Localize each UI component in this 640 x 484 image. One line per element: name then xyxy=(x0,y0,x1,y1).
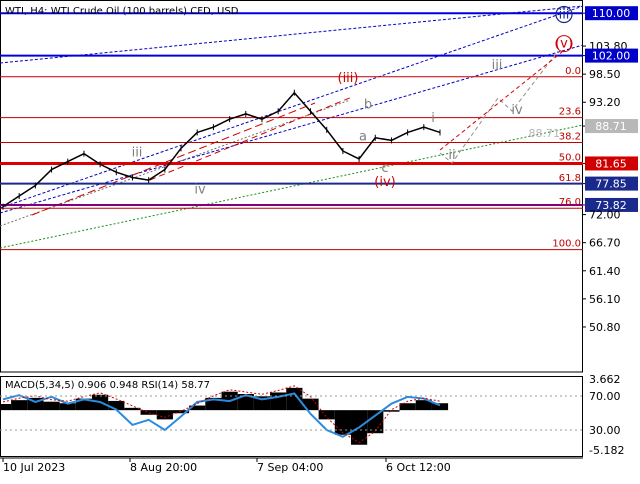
wave-label: (v) xyxy=(555,37,573,52)
wave-label: b xyxy=(364,98,372,113)
indicator-title: MACD(5,34,5) 0.906 0.948 RSI(14) 58.77 xyxy=(5,380,210,391)
wave-label: iii xyxy=(559,8,570,23)
fibonacci-level-label: 61.8 xyxy=(559,173,581,184)
price-axis-label: 93.20 xyxy=(589,96,621,109)
wave-label: iv xyxy=(511,103,523,118)
price-tag-label: 77.85 xyxy=(595,178,627,191)
macd-histogram-bar xyxy=(318,410,335,420)
wave-label: (iv) xyxy=(374,175,395,190)
price-axis-label: 61.40 xyxy=(589,265,621,278)
time-axis-label: 8 Aug 20:00 xyxy=(130,461,197,474)
wave-label: c xyxy=(381,161,388,176)
wave-label: a xyxy=(359,129,367,144)
wave-label: iii xyxy=(492,58,503,73)
price-tag-label: 102.00 xyxy=(592,50,631,63)
price-tag-label: 110.00 xyxy=(592,7,631,20)
indicator-scale-label: 3.662 xyxy=(589,373,621,386)
chart-title: WTI, H4: WTI Crude Oil (100 barrels) CFD… xyxy=(5,6,239,17)
time-axis-label: 6 Oct 12:00 xyxy=(386,461,451,474)
indicator-scale-label: 70.00 xyxy=(589,390,621,403)
price-axis-label: 66.70 xyxy=(589,237,621,250)
wave-label: i xyxy=(431,111,435,126)
wave-label: ii xyxy=(448,148,455,163)
macd-histogram-bar xyxy=(334,410,351,435)
macd-histogram-bar xyxy=(156,410,173,420)
wave-label: iv xyxy=(194,182,206,197)
price-axis-label: 72.00 xyxy=(589,209,621,222)
time-axis-label: 7 Sep 04:00 xyxy=(257,461,323,474)
price-tag-label: 81.65 xyxy=(595,157,627,170)
macd-histogram-bar xyxy=(383,410,400,412)
time-axis-label: 10 Jul 2023 xyxy=(3,461,65,474)
price-axis-label: 50.80 xyxy=(589,321,621,334)
macd-histogram-bar xyxy=(399,403,416,411)
macd-histogram-bar xyxy=(11,400,28,411)
price-axis-label: 56.10 xyxy=(589,293,621,306)
current-price-label: 88.71 xyxy=(529,127,561,140)
wave-label: (iii) xyxy=(338,71,359,86)
indicator-scale-label: 30.00 xyxy=(589,424,621,437)
wave-label: iii xyxy=(132,145,143,160)
fibonacci-level-label: 76.0 xyxy=(559,197,581,208)
macd-histogram-bar xyxy=(302,398,319,411)
price-axis-label: 98.50 xyxy=(589,68,621,81)
fibonacci-level-label: 50.0 xyxy=(559,152,581,163)
macd-histogram-bar xyxy=(43,401,60,411)
fibonacci-level-label: 100.0 xyxy=(552,239,581,250)
fibonacci-level-label: 38.2 xyxy=(559,132,581,143)
macd-histogram-bar xyxy=(0,404,12,411)
price-tag-label: 88.71 xyxy=(595,120,627,133)
chart-canvas: MACD(5,34,5) 0.906 0.948 RSI(14) 58.77 1… xyxy=(0,0,640,480)
fibonacci-level-label: 0.0 xyxy=(565,66,581,77)
chart-root: MACD(5,34,5) 0.906 0.948 RSI(14) 58.77 1… xyxy=(0,0,640,480)
indicator-scale-label: -5.182 xyxy=(589,444,624,457)
fibonacci-level-label: 23.6 xyxy=(559,107,581,118)
